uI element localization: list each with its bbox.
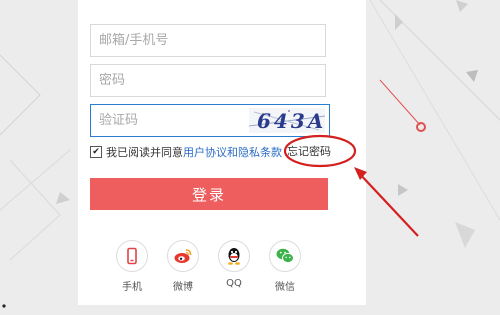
email-field-box	[90, 24, 326, 57]
captcha-field[interactable]	[91, 105, 241, 136]
social-weibo[interactable]: 微博	[165, 240, 201, 293]
qq-icon	[228, 248, 240, 265]
wechat-login-button[interactable]	[269, 240, 301, 272]
social-wechat[interactable]: 微信	[267, 240, 303, 293]
login-panel: 643A ✔ 我已阅读并同意 用户协议和隐私条款 忘记密码 登录 手机 微博	[78, 0, 366, 305]
phone-login-button[interactable]	[116, 240, 148, 272]
forgot-password-link[interactable]: 忘记密码	[287, 144, 331, 160]
social-label: 微信	[275, 282, 295, 293]
social-label: 微博	[173, 282, 193, 293]
social-phone[interactable]: 手机	[114, 240, 150, 293]
captcha-field-box: 643A	[90, 104, 330, 137]
qq-login-button[interactable]	[218, 240, 250, 272]
social-qq[interactable]: QQ	[216, 240, 252, 289]
password-field-box	[90, 64, 326, 97]
social-label: 手机	[122, 282, 142, 293]
weibo-login-button[interactable]	[167, 240, 199, 272]
email-field[interactable]	[91, 25, 325, 56]
agree-prefix: 我已阅读并同意	[106, 146, 183, 159]
login-button[interactable]: 登录	[90, 178, 328, 210]
agreement-row: ✔ 我已阅读并同意 用户协议和隐私条款	[90, 144, 282, 160]
agree-checkbox[interactable]: ✔	[90, 146, 102, 158]
social-label: QQ	[226, 278, 242, 289]
annotation-arrow	[357, 171, 419, 237]
captcha-text: 643A	[257, 109, 325, 133]
weibo-icon	[174, 249, 192, 263]
captcha-image[interactable]: 643A	[249, 108, 325, 133]
wechat-icon	[276, 248, 294, 264]
phone-icon	[127, 247, 137, 265]
password-field[interactable]	[91, 65, 325, 96]
terms-link[interactable]: 用户协议和隐私条款	[183, 144, 282, 160]
